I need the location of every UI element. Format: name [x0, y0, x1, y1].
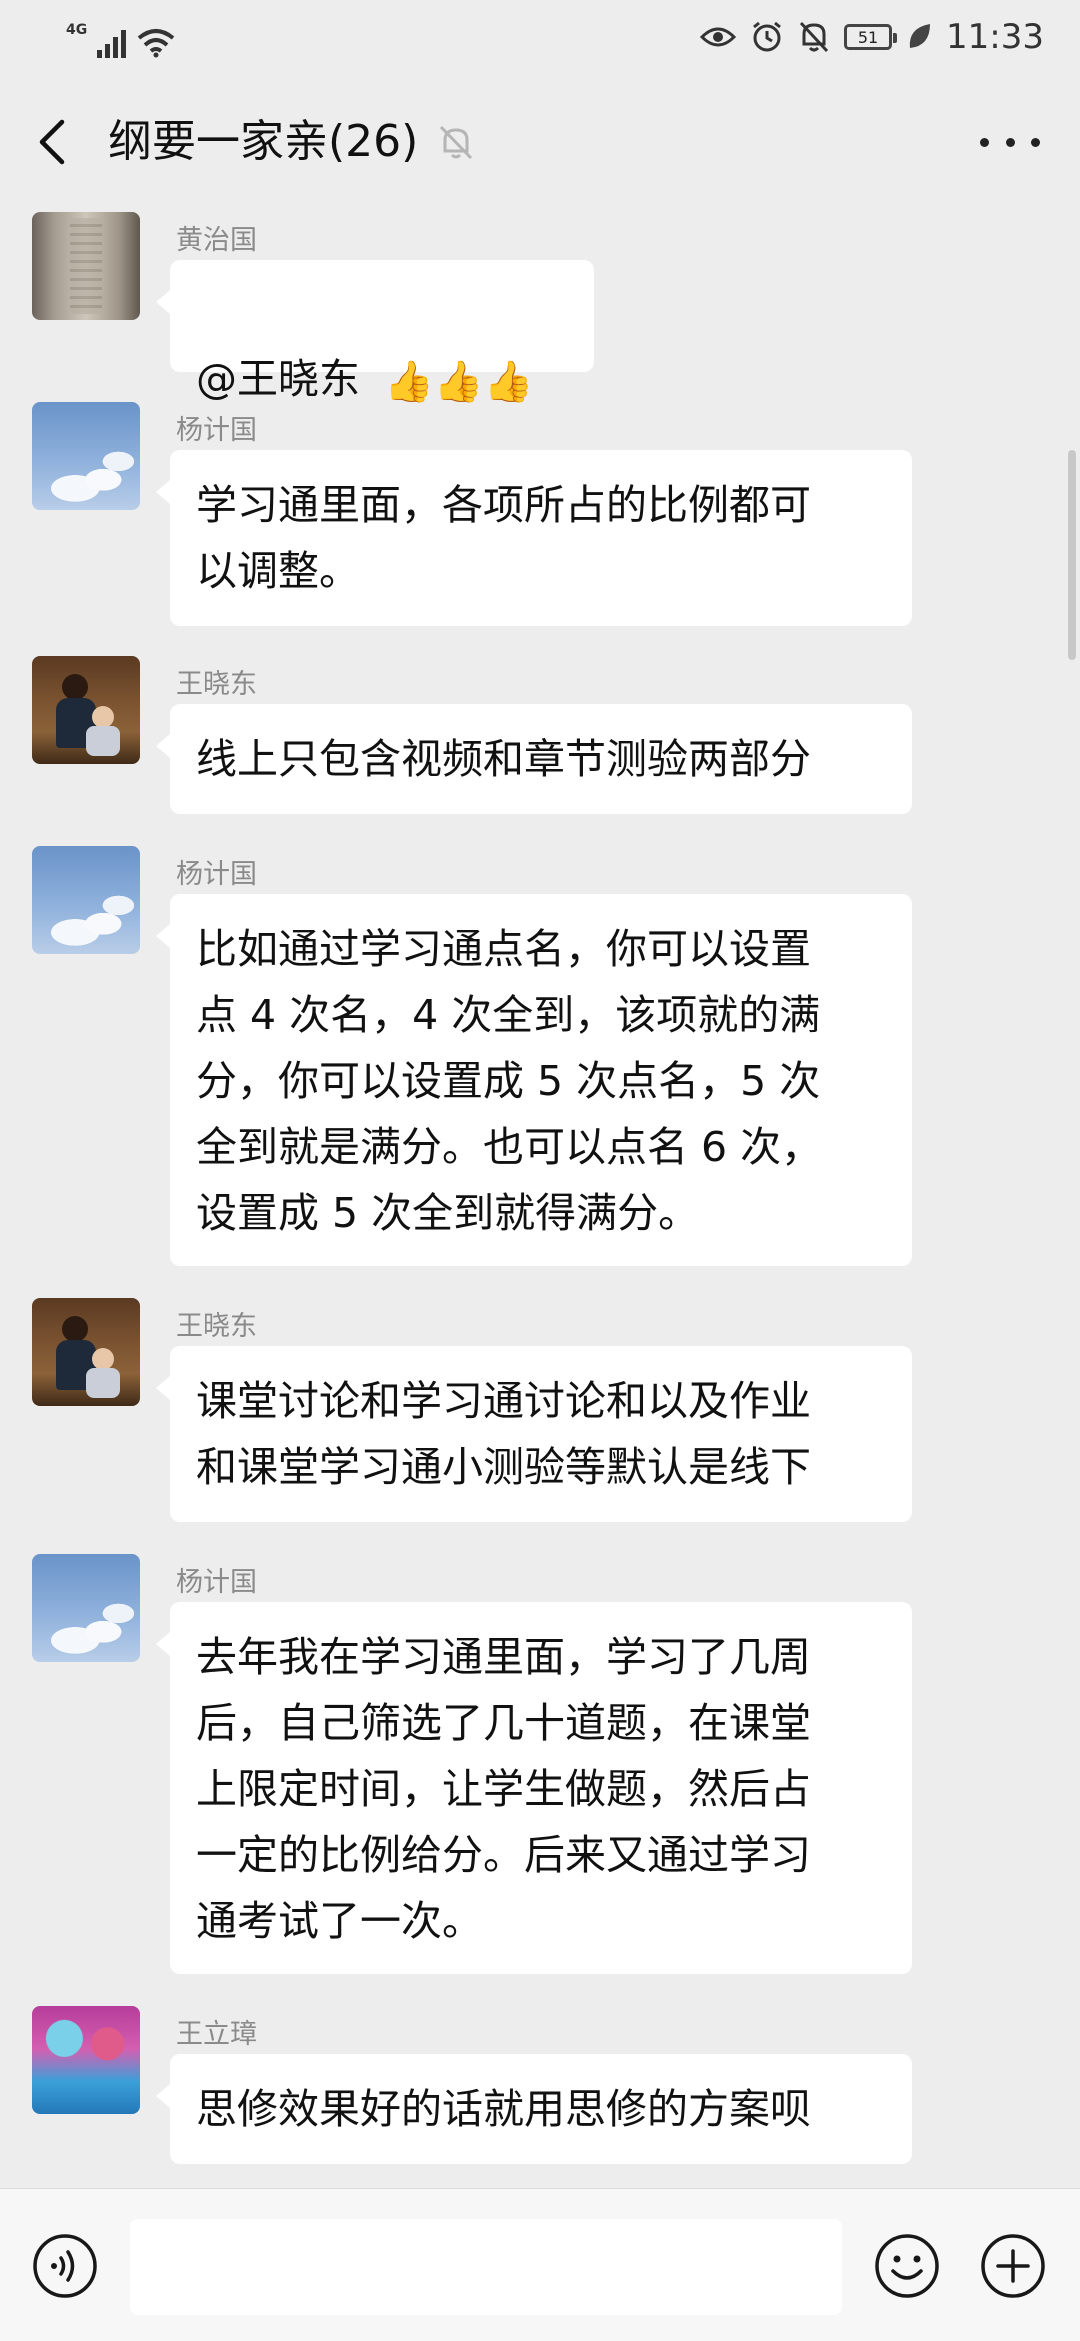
avatar[interactable] [32, 656, 140, 764]
message-bubble[interactable]: 学习通里面，各项所占的比例都可 以调整。 [156, 450, 912, 626]
message-bubble[interactable]: 线上只包含视频和章节测验两部分 [156, 704, 912, 814]
signal-group: 4G [66, 18, 175, 58]
leaf-icon [909, 24, 931, 48]
thumbs-up-reactions: 👍👍👍 [384, 349, 533, 415]
chat-title: 纲要一家亲(26) [108, 116, 419, 167]
sender-name: 杨计国 [176, 859, 257, 890]
avatar[interactable] [32, 1554, 140, 1662]
battery-level: 51 [857, 27, 879, 47]
more-options-button[interactable] [980, 130, 1040, 154]
network-type: 4G [66, 22, 88, 38]
chat-header: 纲要一家亲(26) [0, 82, 1080, 202]
chevron-left-icon [39, 119, 65, 165]
avatar[interactable] [32, 2006, 140, 2114]
mute-bell-icon [799, 21, 829, 53]
plus-icon [981, 2234, 1045, 2298]
alarm-icon [753, 21, 781, 52]
voice-button[interactable] [32, 2233, 98, 2299]
status-icons: 51 11:33 [700, 12, 1044, 62]
avatar[interactable] [32, 402, 140, 510]
message-input[interactable] [130, 2219, 842, 2315]
mute-bell-icon [436, 122, 476, 162]
wifi-icon [137, 29, 175, 58]
battery-indicator: 51 [844, 24, 898, 50]
emoji-icon [875, 2234, 939, 2298]
avatar[interactable] [32, 846, 140, 954]
sender-name: 王晓东 [176, 1311, 257, 1342]
scrollbar[interactable] [1068, 450, 1076, 660]
avatar[interactable] [32, 1298, 140, 1406]
clock: 11:33 [946, 17, 1044, 57]
message-bubble[interactable]: 思修效果好的话就用思修的方案呗 [156, 2054, 912, 2164]
sender-name: 王立璋 [176, 2019, 257, 2050]
sender-name: 杨计国 [176, 415, 257, 446]
signal-icon [97, 30, 127, 58]
message-bubble[interactable]: 比如通过学习通点名，你可以设置 点 4 次名，4 次全到，该项就的满 分，你可以… [156, 894, 912, 1266]
sender-name: 王晓东 [176, 669, 257, 700]
sender-name: 杨计国 [176, 1567, 257, 1598]
voice-icon [33, 2234, 97, 2298]
message-bubble[interactable]: @王晓东 👍👍👍 [156, 260, 594, 405]
sender-name: 黄治国 [176, 225, 257, 256]
message-text: @王晓东 [196, 355, 360, 403]
emoji-button[interactable] [874, 2233, 940, 2299]
back-button[interactable] [28, 114, 78, 170]
message-bubble[interactable]: 去年我在学习通里面，学习了几周 后，自己筛选了几十道题，在课堂 上限定时间，让学… [156, 1602, 912, 1974]
input-bar [0, 2188, 1080, 2341]
more-dots-icon [980, 137, 989, 147]
reaction-emoji: 👍👍👍 [384, 359, 534, 405]
avatar[interactable] [32, 212, 140, 320]
more-functions-button[interactable] [980, 2233, 1046, 2299]
status-bar: 4G 51 11:33 [0, 0, 1080, 70]
message-bubble[interactable]: 课堂讨论和学习通讨论和以及作业 和课堂学习通小测验等默认是线下 [156, 1346, 912, 1522]
eye-icon [700, 27, 737, 47]
